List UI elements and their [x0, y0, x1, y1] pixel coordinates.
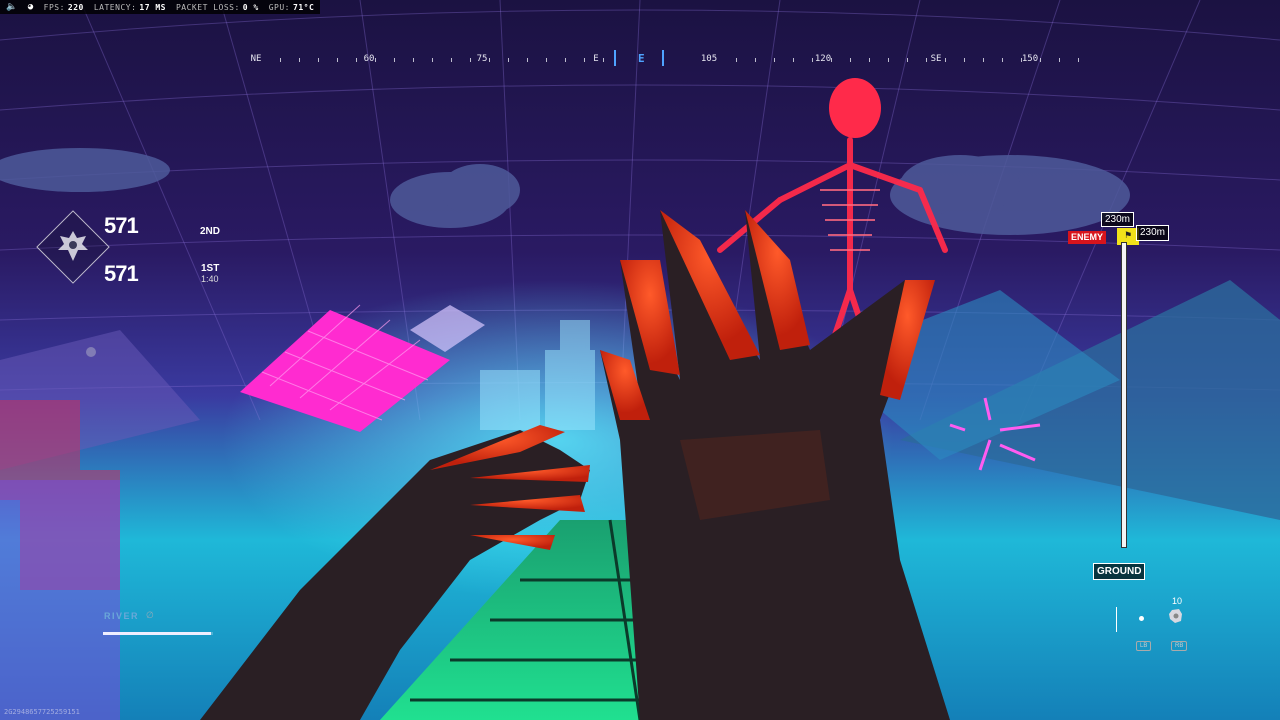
- compass-tick: [907, 58, 908, 62]
- packet-loss-stat: PACKET LOSS: 0 %: [176, 3, 259, 12]
- compass-tick: [356, 58, 357, 62]
- compass-tick: [869, 58, 870, 62]
- equipment-divider: [1116, 607, 1117, 632]
- latency-stat: LATENCY: 17 MS: [94, 3, 166, 12]
- fps-label: FPS:: [43, 2, 65, 12]
- speedometer-icon: ◕: [27, 2, 34, 12]
- compass-tick: [755, 58, 756, 62]
- enemy-marker-label: ENEMY: [1068, 231, 1107, 244]
- compass-tick: [565, 58, 566, 62]
- game-scene: [0, 0, 1280, 720]
- enemy-distance: 230m: [1136, 225, 1170, 241]
- compass-mark: 120: [814, 54, 832, 64]
- team-score-2nd: 571: [104, 213, 139, 238]
- health-bar-fill: [103, 632, 211, 635]
- compass-mark: E: [593, 54, 599, 64]
- compass-tick: [812, 58, 813, 62]
- compass-heading-bar-right: [662, 50, 664, 66]
- compass-tick: [508, 58, 509, 62]
- compass-mark: SE: [930, 54, 942, 64]
- compass-tick: [1078, 58, 1079, 62]
- fps-value: 220: [67, 2, 84, 12]
- packet-loss-value: 0 %: [242, 2, 259, 12]
- player-status-icon: ∅: [146, 611, 154, 621]
- key-rb: RB: [1171, 641, 1188, 651]
- compass-current-heading: E: [638, 52, 645, 65]
- gpu-label: GPU:: [268, 2, 290, 12]
- health-bar: [103, 632, 213, 635]
- compass-tick: [888, 58, 889, 62]
- compass-tick: [318, 58, 319, 62]
- altitude-readout: 230m: [1101, 212, 1135, 227]
- speaker-icon: 🔈: [6, 2, 18, 12]
- performance-overlay: 🔈 ◕ FPS: 220 LATENCY: 17 MS PACKET LOSS: 0 …: [0, 0, 321, 14]
- compass-tick: [546, 58, 547, 62]
- compass-tick: [299, 58, 300, 62]
- compass-tick: [489, 58, 490, 62]
- compass-heading-bar-left: [614, 50, 616, 66]
- game-viewport: 🔈 ◕ FPS: 220 LATENCY: 17 MS PACKET LOSS: 0 …: [0, 0, 1280, 720]
- compass-strip: NE 60 75 E 105 120 SE 150 E: [240, 48, 1079, 72]
- session-id-watermark: 2G2948657725259151: [4, 708, 80, 716]
- compass-tick: [527, 58, 528, 62]
- compass-tick: [413, 58, 414, 62]
- team-place-2nd: 2ND: [200, 226, 221, 237]
- latency-value: 17 MS: [139, 2, 166, 12]
- key-lb: LB: [1136, 641, 1152, 651]
- compass-mark: 75: [476, 54, 488, 64]
- team-place-1st: 1ST: [201, 263, 220, 274]
- compass-tick: [432, 58, 433, 62]
- compass-tick: [1002, 58, 1003, 62]
- compass-tick: [774, 58, 775, 62]
- compass-mark: NE: [250, 54, 262, 64]
- equipment-count: 10: [1172, 596, 1183, 606]
- compass-tick: [603, 58, 604, 62]
- team-score-1st: 571: [104, 261, 139, 286]
- grenade-icon: [1169, 609, 1182, 623]
- compass-mark: 105: [700, 54, 718, 64]
- gpu-stat: GPU: 71°C: [269, 3, 315, 12]
- compass-tick: [375, 58, 376, 62]
- compass-tick: [584, 58, 585, 62]
- packet-loss-label: PACKET LOSS:: [175, 2, 240, 12]
- compass-tick: [983, 58, 984, 62]
- compass-tick: [470, 58, 471, 62]
- fps-stat: FPS: 220: [44, 3, 84, 12]
- compass-tick: [337, 58, 338, 62]
- team-emblem-icon: [58, 231, 88, 261]
- compass-mark: 150: [1021, 54, 1039, 64]
- compass-tick: [850, 58, 851, 62]
- compass-tick: [280, 58, 281, 62]
- latency-label: LATENCY:: [93, 2, 137, 12]
- compass-tick: [451, 58, 452, 62]
- gpu-value: 71°C: [293, 2, 315, 12]
- compass-mark: 60: [363, 54, 375, 64]
- compass-tick: [736, 58, 737, 62]
- player-name: RIVER: [104, 611, 140, 621]
- compass-tick: [831, 58, 832, 62]
- compass-tick: [1040, 58, 1041, 62]
- compass-tick: [926, 58, 927, 62]
- killfeed-skull-icon: [86, 347, 96, 357]
- compass-tick: [1021, 58, 1022, 62]
- compass-tick: [793, 58, 794, 62]
- compass-tick: [1059, 58, 1060, 62]
- compass-tick: [964, 58, 965, 62]
- match-timer: 1:40: [201, 274, 219, 284]
- compass-tick: [945, 58, 946, 62]
- altitude-bar: [1121, 242, 1127, 548]
- compass-tick: [394, 58, 395, 62]
- ground-label: GROUND: [1093, 563, 1146, 580]
- tactical-slot-dot: [1139, 616, 1144, 621]
